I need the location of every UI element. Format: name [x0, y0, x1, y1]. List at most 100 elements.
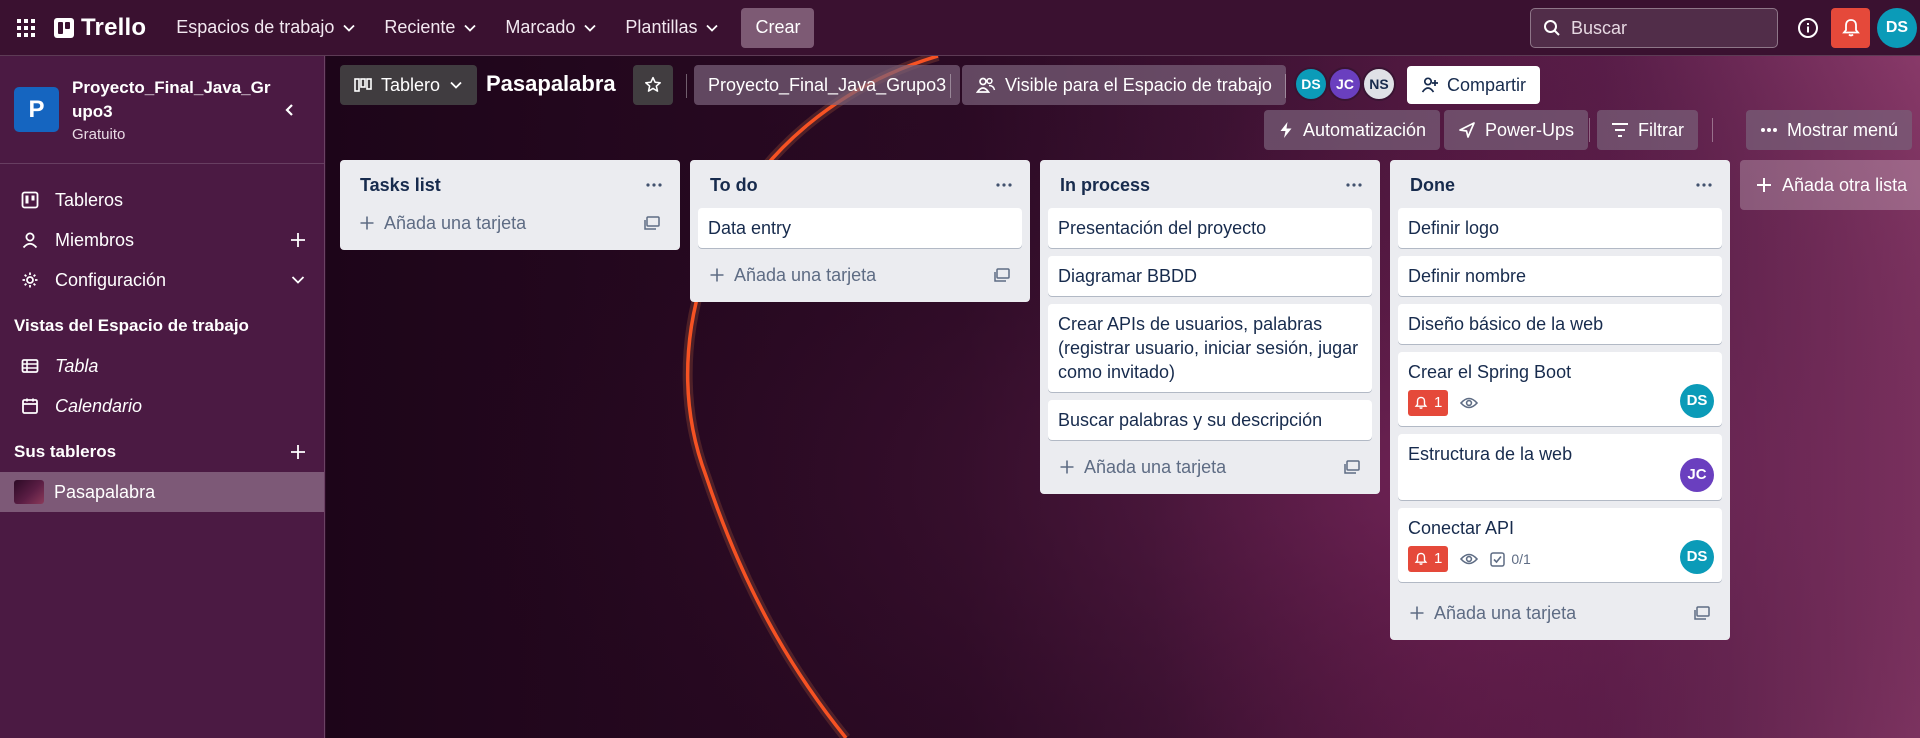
- card-template-icon[interactable]: [642, 214, 662, 232]
- board-view-switcher[interactable]: Tablero: [340, 65, 478, 105]
- nav-starred[interactable]: Marcado: [493, 8, 609, 48]
- card[interactable]: Data entry: [698, 208, 1022, 248]
- more-icon: [1696, 183, 1712, 187]
- trello-logo-text: Trello: [81, 13, 147, 41]
- add-card-button[interactable]: Añada una tarjeta: [698, 258, 1022, 292]
- card-title: Estructura de la web: [1408, 444, 1573, 464]
- trello-board-icon: [20, 190, 40, 210]
- visibility-button[interactable]: Visible para el Espacio de trabajo: [962, 65, 1286, 105]
- notification-count: 1: [1434, 394, 1443, 411]
- show-menu-button[interactable]: Mostrar menú: [1746, 110, 1913, 150]
- sidebar-item-table[interactable]: Tabla: [0, 346, 324, 386]
- filter-button[interactable]: Filtrar: [1597, 110, 1698, 150]
- sidebar-item-settings[interactable]: Configuración: [0, 260, 324, 300]
- add-list-button[interactable]: Añada otra lista: [1740, 160, 1920, 210]
- card-member-avatar[interactable]: DS: [1680, 540, 1714, 574]
- card[interactable]: Diagramar BBDD: [1048, 256, 1372, 296]
- add-card-button[interactable]: Añada una tarjeta: [348, 206, 672, 240]
- plus-icon: [1060, 460, 1074, 474]
- member-avatar[interactable]: DS: [1294, 67, 1328, 101]
- card-title: Presentación del proyecto: [1058, 218, 1267, 238]
- sidebar-board-pasapalabra[interactable]: Pasapalabra: [0, 472, 324, 512]
- header-divider: [1589, 118, 1590, 142]
- list-done: Done Definir logo Definir nombre Diseño …: [1390, 160, 1730, 640]
- add-card-button[interactable]: Añada una tarjeta: [1398, 596, 1722, 630]
- power-ups-button[interactable]: Power-Ups: [1444, 110, 1589, 150]
- collapse-sidebar-button[interactable]: [278, 98, 302, 122]
- automation-button[interactable]: Automatización: [1264, 110, 1441, 150]
- more-icon: [646, 183, 662, 187]
- app-switcher-icon[interactable]: [6, 8, 46, 48]
- list-title[interactable]: Done: [1410, 175, 1455, 196]
- member-avatar[interactable]: NS: [1362, 67, 1396, 101]
- chevron-down-icon: [584, 24, 597, 32]
- nav-recent[interactable]: Reciente: [372, 8, 489, 48]
- board-canvas: Tablero Pasapalabra Proyecto_Final_Java_…: [326, 56, 1920, 738]
- create-board-button[interactable]: [286, 440, 310, 464]
- sidebar-item-label: Miembros: [55, 229, 135, 250]
- create-button[interactable]: Crear: [741, 7, 815, 48]
- list-title[interactable]: In process: [1060, 175, 1150, 196]
- card-badges: 1 0/1: [1408, 544, 1712, 574]
- list-menu-button[interactable]: [1692, 173, 1716, 197]
- sidebar-item-calendar[interactable]: Calendario: [0, 386, 324, 426]
- workspace-logo[interactable]: P: [14, 87, 59, 132]
- card-template-icon[interactable]: [992, 266, 1012, 284]
- card-title: Buscar palabras y su descripción: [1058, 410, 1323, 430]
- notification-count: 1: [1434, 550, 1443, 567]
- card-member-avatar[interactable]: DS: [1680, 384, 1714, 418]
- card[interactable]: Crear el Spring Boot 1 DS: [1398, 352, 1722, 426]
- board-title[interactable]: Pasapalabra: [486, 64, 616, 104]
- card-title: Data entry: [708, 218, 792, 238]
- card[interactable]: Definir nombre: [1398, 256, 1722, 296]
- list-menu-button[interactable]: [1342, 173, 1366, 197]
- add-member-button[interactable]: [286, 228, 310, 252]
- card[interactable]: Presentación del proyecto: [1048, 208, 1372, 248]
- workspace-button-label: Proyecto_Final_Java_Grupo3: [708, 74, 947, 95]
- trello-logo[interactable]: Trello: [54, 14, 146, 42]
- chevron-down-icon: [450, 81, 462, 89]
- card-template-icon[interactable]: [1692, 604, 1712, 622]
- add-person-icon: [1421, 77, 1438, 93]
- add-card-button[interactable]: Añada una tarjeta: [1048, 450, 1372, 484]
- card[interactable]: Conectar API 1 0/1 DS: [1398, 508, 1722, 582]
- user-avatar[interactable]: DS: [1877, 8, 1917, 48]
- chevron-down-icon: [291, 276, 305, 284]
- notifications-button[interactable]: [1831, 8, 1870, 48]
- eye-icon: [1458, 392, 1480, 414]
- nav-workspaces[interactable]: Espacios de trabajo: [164, 8, 368, 48]
- list-header: Done: [1398, 168, 1722, 202]
- list-title[interactable]: Tasks list: [360, 175, 441, 196]
- card[interactable]: Buscar palabras y su descripción: [1048, 400, 1372, 440]
- share-label: Compartir: [1447, 74, 1527, 95]
- member-avatar[interactable]: JC: [1328, 67, 1362, 101]
- sidebar-item-members[interactable]: Miembros: [0, 220, 324, 260]
- workspace-button[interactable]: Proyecto_Final_Java_Grupo3: [694, 65, 961, 105]
- search-input[interactable]: [1571, 17, 1761, 39]
- bell-icon: [1414, 396, 1428, 409]
- workspace-name[interactable]: Proyecto_Final_Java_Grupo3: [72, 76, 272, 124]
- nav-templates[interactable]: Plantillas: [613, 8, 731, 48]
- list-menu-button[interactable]: [642, 173, 666, 197]
- list-title[interactable]: To do: [710, 175, 758, 196]
- card-member-avatar[interactable]: JC: [1680, 458, 1714, 492]
- chevron-down-icon: [464, 24, 477, 32]
- share-button[interactable]: Compartir: [1407, 66, 1541, 104]
- search-box[interactable]: [1530, 8, 1778, 48]
- card[interactable]: Definir logo: [1398, 208, 1722, 248]
- card-title: Crear el Spring Boot: [1408, 362, 1572, 382]
- card[interactable]: Crear APIs de usuarios, palabras (regist…: [1048, 304, 1372, 392]
- add-card-label: Añada una tarjeta: [734, 264, 877, 285]
- card[interactable]: Diseño básico de la web: [1398, 304, 1722, 344]
- info-button[interactable]: [1792, 12, 1824, 44]
- card[interactable]: Estructura de la web JC: [1398, 434, 1722, 500]
- list-menu-button[interactable]: [992, 173, 1016, 197]
- sidebar-item-boards[interactable]: Tableros: [0, 180, 324, 220]
- rocket-icon: [1459, 122, 1475, 138]
- workspace-plan: Gratuito: [72, 126, 126, 143]
- workspace-sidebar: P Proyecto_Final_Java_Grupo3 Gratuito Ta…: [0, 56, 325, 738]
- expand-settings-button[interactable]: [286, 268, 310, 292]
- card-template-icon[interactable]: [1342, 458, 1362, 476]
- checkbox-icon: [1490, 551, 1506, 567]
- star-board-button[interactable]: [633, 65, 673, 105]
